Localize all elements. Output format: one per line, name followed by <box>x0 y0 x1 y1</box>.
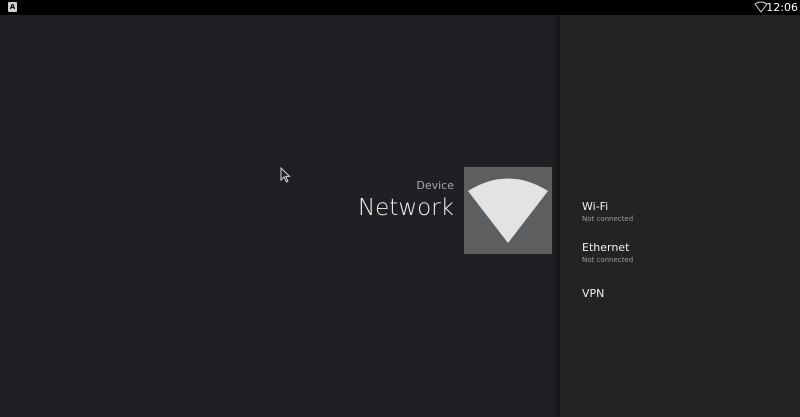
breadcrumb: Device <box>416 179 454 192</box>
menu-item-ethernet[interactable]: Ethernet Not connected <box>582 241 782 265</box>
menu-item-wifi-status: Not connected <box>582 215 634 223</box>
wifi-icon <box>468 178 548 243</box>
menu-item-ethernet-status: Not connected <box>582 256 634 264</box>
status-bar: A 12:06 <box>0 0 800 15</box>
menu-item-wifi[interactable]: Wi-Fi Not connected <box>582 200 782 224</box>
menu-item-ethernet-label: Ethernet <box>582 241 630 254</box>
menu-item-wifi-label: Wi-Fi <box>582 200 609 213</box>
app-notification-icon: A <box>8 2 17 12</box>
status-clock: 12:06 <box>766 1 798 14</box>
menu-item-vpn[interactable]: VPN <box>582 287 782 300</box>
network-hero-tile <box>464 167 552 254</box>
menu-item-vpn-label: VPN <box>582 287 605 300</box>
mouse-cursor-icon <box>280 167 291 183</box>
page-title: Network <box>357 195 454 221</box>
app-notification-letter: A <box>9 3 16 11</box>
